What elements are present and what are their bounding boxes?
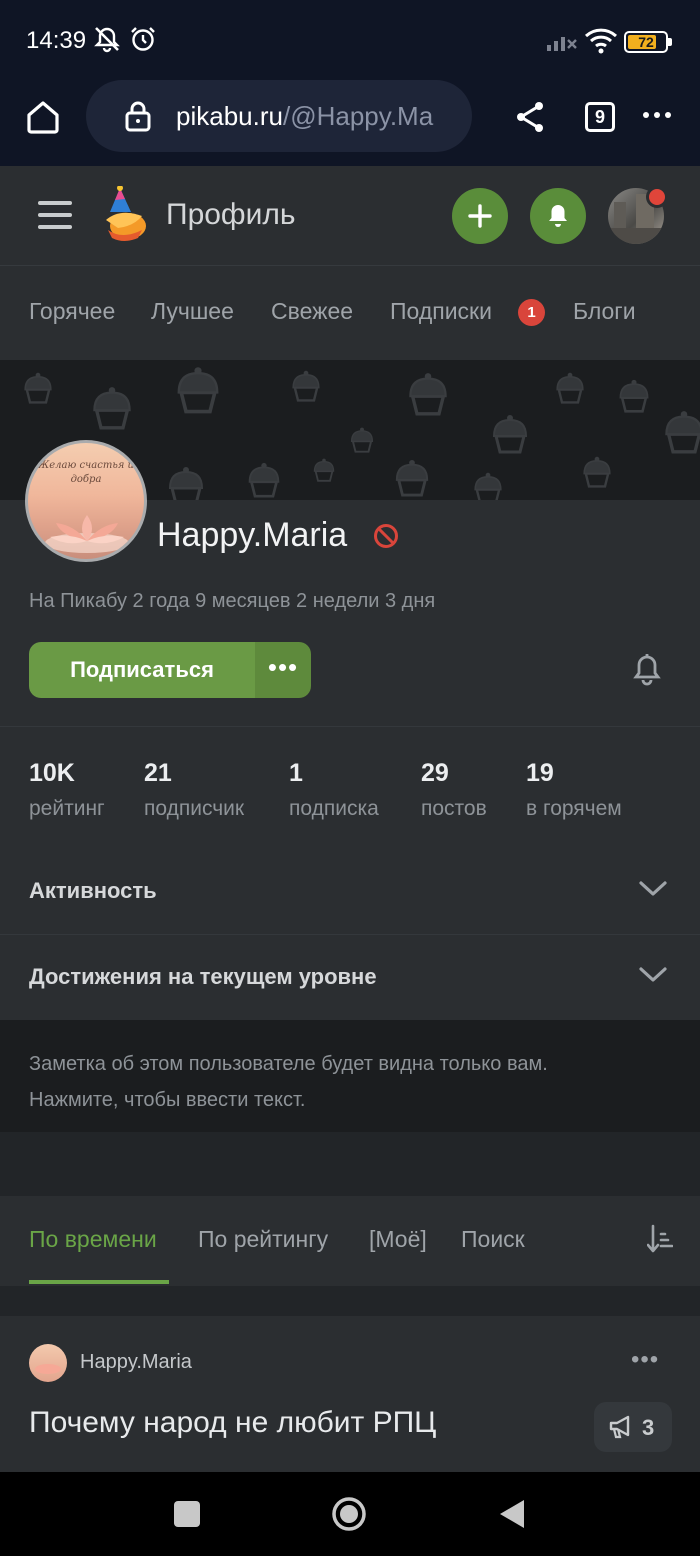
system-nav-bar	[0, 1472, 700, 1556]
avatar-caption: Желаю счастья и добра	[28, 459, 144, 487]
post-author[interactable]: Happy.Maria	[80, 1351, 192, 1374]
menu-icon[interactable]	[38, 200, 72, 230]
browser-toolbar: pikabu.ru/@Happy.Ma 9	[0, 80, 700, 166]
lock-icon	[125, 101, 151, 132]
comment-count: 3	[642, 1415, 655, 1440]
pikabu-logo-icon[interactable]	[98, 186, 150, 244]
post-author-avatar[interactable]	[29, 1344, 67, 1382]
profile-more-button[interactable]: •••	[255, 642, 311, 698]
stat-posts-label: постов	[421, 797, 487, 820]
page-title: Профиль	[166, 198, 296, 231]
tab-by-rating[interactable]: По рейтингу	[198, 1226, 328, 1253]
more-icon[interactable]	[642, 110, 672, 120]
stat-subscriptions-label[interactable]: подписка	[289, 797, 379, 821]
banned-icon	[374, 524, 398, 548]
stat-rating-value: 10K	[29, 759, 75, 787]
app-header: Профиль	[0, 166, 700, 266]
stat-subscribers-label[interactable]: подписчик	[144, 797, 244, 821]
address-bar[interactable]: pikabu.ru/@Happy.Ma	[86, 80, 472, 152]
active-tab-indicator	[29, 1280, 169, 1284]
add-post-button[interactable]	[452, 188, 508, 244]
share-icon[interactable]	[513, 100, 547, 134]
url-text: pikabu.ru/@Happy.Ma	[176, 101, 433, 132]
profile-bell-icon[interactable]	[632, 653, 662, 687]
notification-dot	[646, 186, 668, 208]
chevron-down-icon	[639, 967, 667, 982]
stat-subscribers-value[interactable]: 21	[144, 759, 172, 788]
bell-icon	[549, 205, 567, 227]
battery-icon: 72	[624, 31, 672, 53]
stat-subscriptions-value[interactable]: 1	[289, 759, 303, 788]
url-path: /@Happy.Ma	[282, 101, 434, 131]
home-button[interactable]	[331, 1496, 367, 1532]
url-host: pikabu.ru	[176, 101, 283, 131]
activity-section[interactable]: Активность	[0, 849, 700, 935]
achievements-label: Достижения на текущем уровне	[29, 964, 377, 989]
note-line-1: Заметка об этом пользователе будет видна…	[29, 1053, 548, 1075]
chevron-down-icon	[639, 881, 667, 896]
status-bar: 14:39 72	[0, 0, 700, 80]
tab-blogs[interactable]: Блоги	[573, 298, 636, 325]
tab-by-time[interactable]: По времени	[29, 1226, 157, 1253]
mute-icon	[94, 27, 120, 53]
subscriptions-count-badge: 1	[518, 299, 545, 326]
stat-hot-value: 19	[526, 759, 554, 787]
signal-icon	[547, 37, 577, 51]
stat-rating-label: рейтинг	[29, 797, 105, 820]
battery-level: 72	[638, 34, 654, 50]
home-icon[interactable]	[24, 98, 62, 136]
status-time: 14:39	[26, 27, 87, 54]
subscribe-button[interactable]: Подписаться	[29, 642, 255, 698]
stat-posts-value: 29	[421, 759, 449, 787]
back-button[interactable]	[498, 1498, 526, 1530]
tab-mine[interactable]: [Моё]	[369, 1226, 427, 1253]
notifications-button[interactable]	[530, 188, 586, 244]
profile-avatar: Желаю счастья и добра	[25, 440, 147, 562]
post-more-button[interactable]: •••	[631, 1346, 659, 1374]
lotus-icon	[45, 515, 129, 553]
tab-fresh[interactable]: Свежее	[271, 298, 353, 325]
post-title[interactable]: Почему народ не любит РПЦ	[29, 1406, 436, 1440]
sort-tabs: По времени По рейтингу [Моё] Поиск	[0, 1196, 700, 1286]
alarm-icon	[131, 27, 155, 51]
megaphone-icon	[609, 1415, 630, 1439]
member-since: На Пикабу 2 года 9 месяцев 2 недели 3 дн…	[29, 590, 436, 612]
profile-username: Happy.Maria	[157, 516, 348, 554]
avatar[interactable]	[608, 186, 668, 244]
recents-button[interactable]	[174, 1501, 200, 1527]
user-note-text: Заметка об этом пользователе будет видна…	[29, 1046, 669, 1118]
sort-icon[interactable]	[647, 1224, 673, 1254]
comments-button[interactable]: 3	[594, 1402, 672, 1452]
tab-subscriptions[interactable]: Подписки	[390, 298, 492, 325]
profile-stats: 10K рейтинг 21 подписчик 1 подписка 29 п…	[0, 726, 700, 850]
activity-label: Активность	[29, 878, 157, 903]
tab-search[interactable]: Поиск	[461, 1226, 525, 1253]
stat-hot-label: в горячем	[526, 797, 622, 820]
tab-hot[interactable]: Горячее	[29, 298, 115, 325]
plus-icon	[468, 204, 492, 228]
tabs-button[interactable]: 9	[585, 102, 615, 132]
wifi-icon	[584, 28, 618, 54]
feed-tabs: Горячее Лучшее Свежее Подписки Блоги	[0, 266, 700, 360]
user-note[interactable]: Заметка об этом пользователе будет видна…	[0, 1020, 700, 1132]
avatar-text: Желаю счастья и добра	[37, 460, 134, 485]
tab-best[interactable]: Лучшее	[151, 298, 234, 325]
achievements-section[interactable]: Достижения на текущем уровне	[0, 935, 700, 1021]
note-line-2: Нажмите, чтобы ввести текст.	[29, 1089, 306, 1111]
post-card[interactable]	[0, 1316, 700, 1472]
